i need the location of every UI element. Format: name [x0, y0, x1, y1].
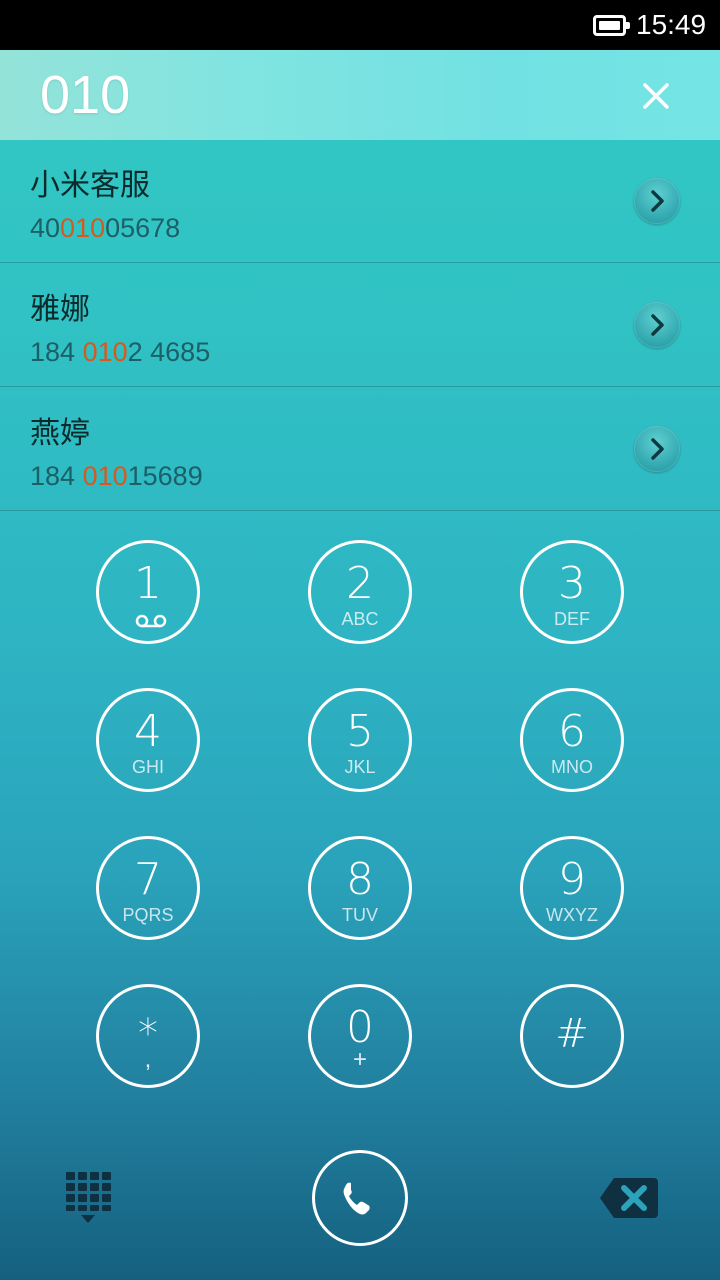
voicemail-icon [135, 614, 167, 628]
backspace-icon [600, 1178, 658, 1218]
contact-row[interactable]: 燕婷 184 01015689 [0, 388, 720, 511]
number-match-highlight: 010 [82, 461, 128, 491]
contact-name: 雅娜 [30, 292, 90, 327]
contact-name: 燕婷 [30, 416, 90, 451]
backspace-button[interactable] [598, 1174, 660, 1222]
key-5[interactable]: 5 JKL [308, 688, 412, 792]
key-letters: MNO [551, 757, 593, 777]
key-letters: TUV [342, 905, 378, 925]
contact-row[interactable]: 小米客服 4001005678 [0, 140, 720, 263]
contact-number: 4001005678 [30, 210, 180, 246]
key-letters: + [352, 1046, 367, 1073]
number-segment: 2 4685 [127, 337, 211, 367]
key-6[interactable]: 6 MNO [520, 688, 624, 792]
number-segment: 15689 [127, 461, 203, 491]
key-digit: 3 [558, 558, 586, 609]
key-letters: GHI [131, 757, 164, 777]
number-segment: 05678 [105, 213, 181, 243]
key-letters: WXYZ [546, 905, 598, 925]
chevron-right-icon [651, 438, 664, 460]
battery-full-icon [593, 15, 630, 36]
dialed-number-input[interactable]: 010 [40, 62, 130, 128]
key-2[interactable]: 2 ABC [308, 540, 412, 644]
number-match-highlight: 010 [82, 337, 128, 367]
contact-number: 184 0102 4685 [30, 334, 210, 370]
contact-detail-button[interactable] [634, 426, 680, 472]
dialer-screen: 15:49 010 小米客服 4001005678 雅娜 184 0102 46… [0, 0, 720, 1280]
number-segment: 40 [30, 213, 61, 243]
key-digit: 6 [558, 706, 586, 757]
key-star[interactable]: * , [96, 984, 200, 1088]
number-segment: 184 [30, 337, 83, 367]
contact-detail-button[interactable] [634, 302, 680, 348]
contact-name: 小米客服 [30, 168, 150, 203]
number-segment: 184 [30, 461, 83, 491]
dial-input-bar: 010 [0, 50, 720, 140]
key-8[interactable]: 8 TUV [308, 836, 412, 940]
call-button[interactable] [312, 1150, 408, 1246]
keypad-toggle-button[interactable] [62, 1170, 114, 1226]
dialpad-icon [66, 1172, 111, 1223]
key-digit: 2 [346, 558, 374, 609]
clear-button[interactable] [636, 76, 676, 116]
key-digit: 1 [134, 558, 162, 609]
key-digit: # [555, 1011, 589, 1057]
key-0[interactable]: 0 + [308, 984, 412, 1088]
contact-row[interactable]: 雅娜 184 0102 4685 [0, 264, 720, 387]
contact-detail-button[interactable] [634, 178, 680, 224]
key-4[interactable]: 4 GHI [96, 688, 200, 792]
chevron-right-icon [651, 314, 664, 336]
status-time: 15:49 [636, 9, 707, 40]
key-1[interactable]: 1 [96, 540, 200, 644]
phone-icon [343, 1182, 370, 1215]
key-digit: 4 [134, 706, 162, 757]
key-letters: , [144, 1046, 152, 1073]
key-7[interactable]: 7 PQRS [96, 836, 200, 940]
key-letters: PQRS [122, 905, 174, 925]
key-3[interactable]: 3 DEF [520, 540, 624, 644]
number-match-highlight: 010 [60, 213, 106, 243]
key-digit: 7 [134, 854, 162, 905]
key-digit: 8 [346, 854, 374, 905]
key-letters: JKL [344, 757, 376, 777]
contact-number: 184 01015689 [30, 458, 203, 494]
key-letters: DEF [554, 609, 590, 629]
key-digit: 5 [346, 706, 374, 757]
close-icon [643, 83, 669, 109]
key-9[interactable]: 9 WXYZ [520, 836, 624, 940]
status-bar: 15:49 [0, 0, 720, 50]
chevron-right-icon [651, 190, 664, 212]
key-hash[interactable]: # [520, 984, 624, 1088]
key-letters: ABC [341, 609, 379, 629]
key-digit: 9 [558, 854, 586, 905]
